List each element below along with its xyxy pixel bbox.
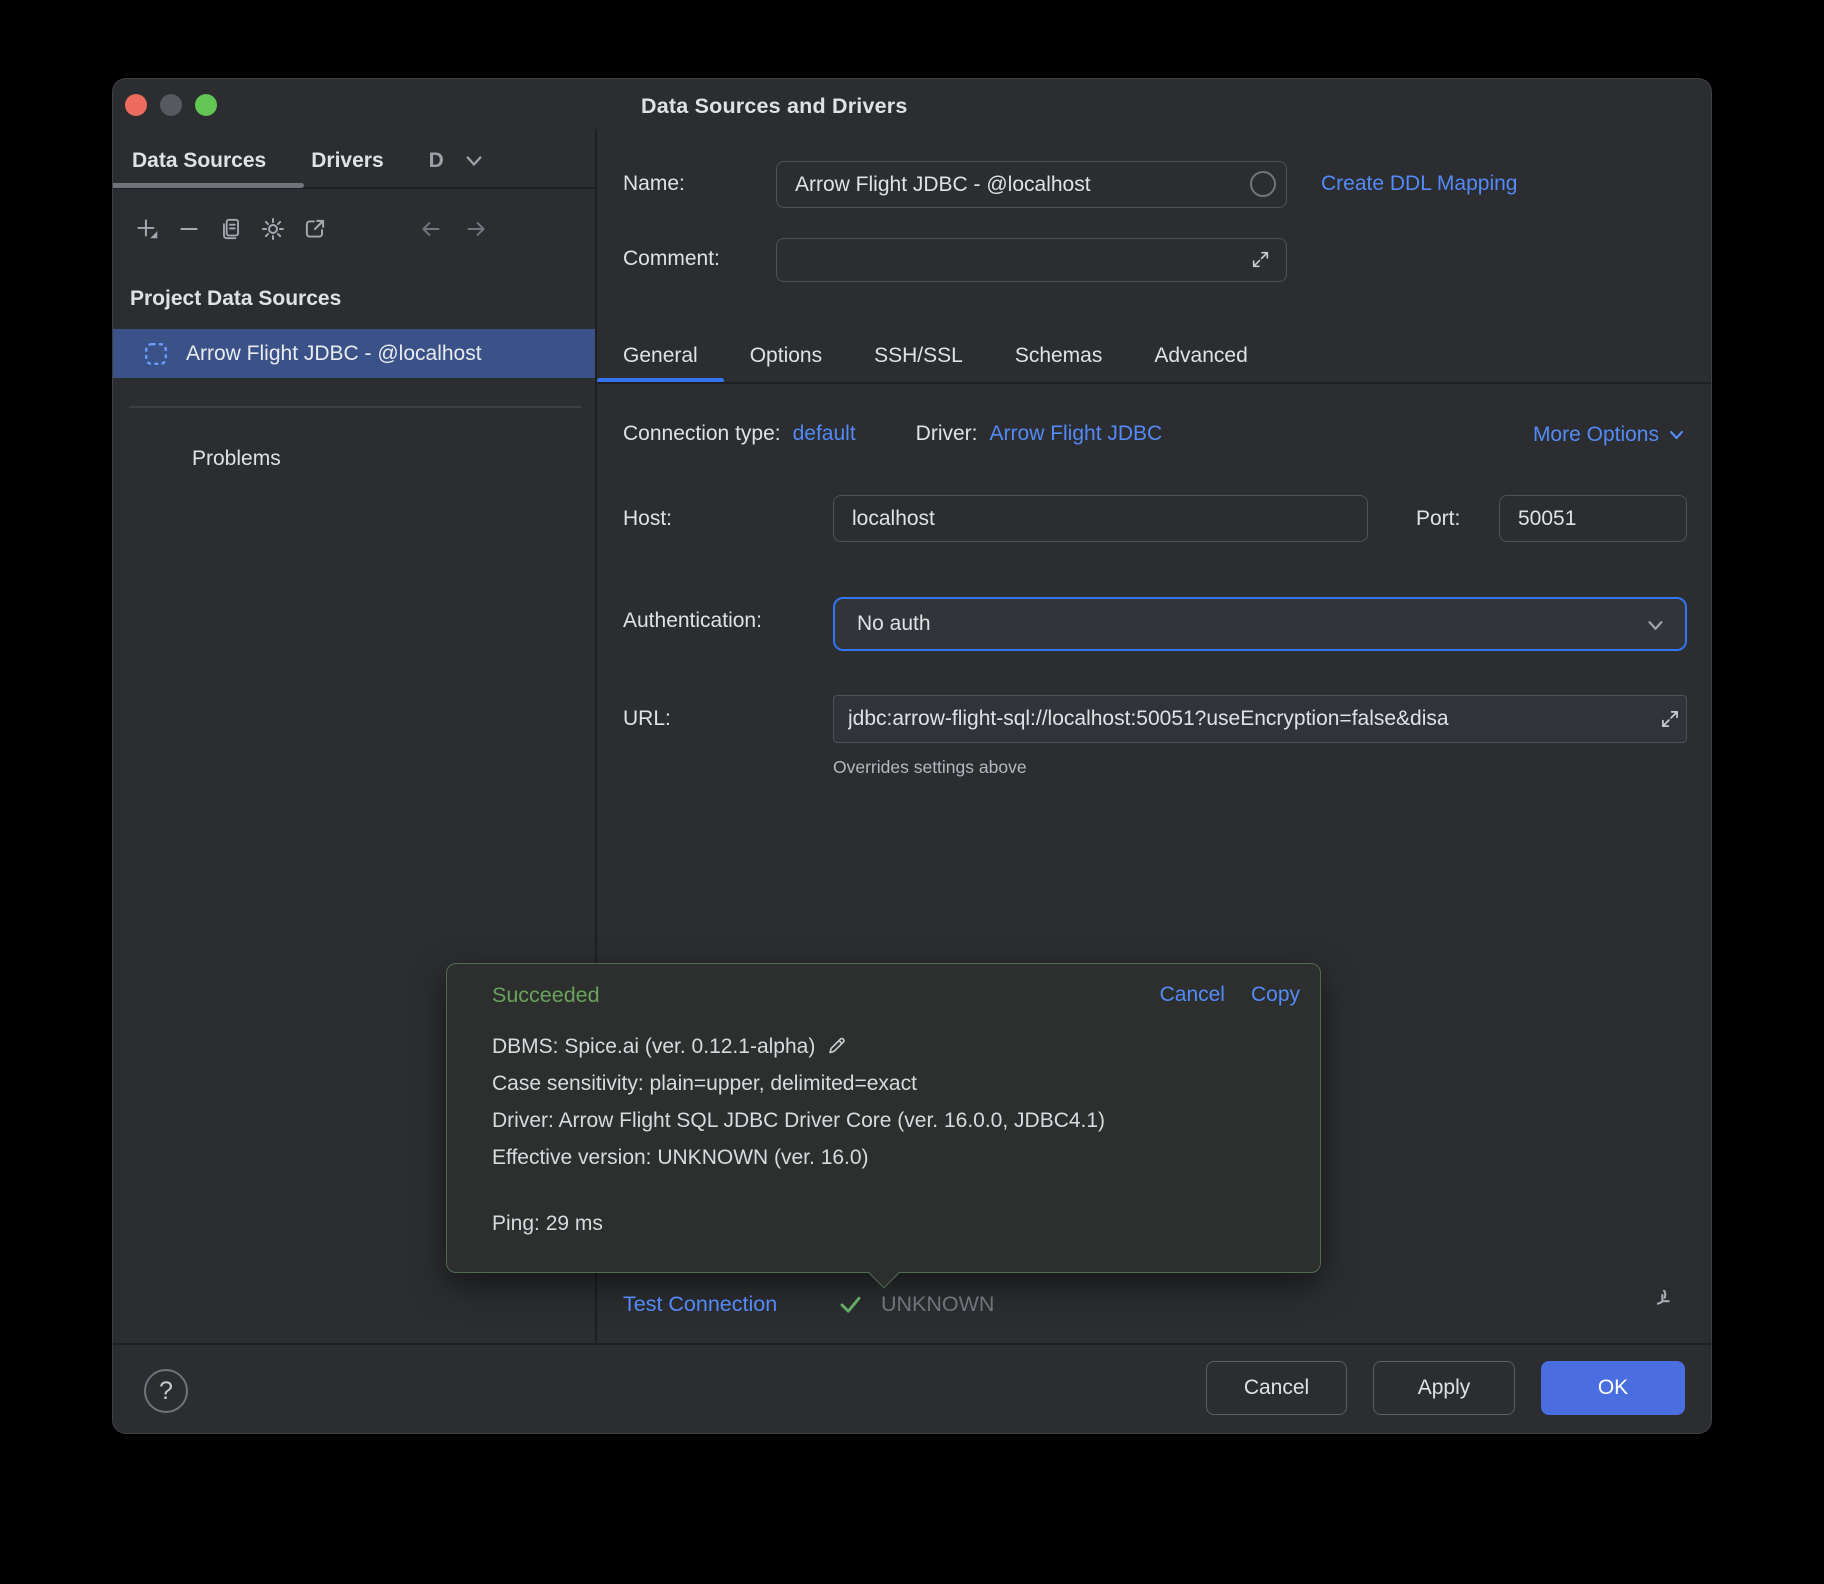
sidebar-nav-arrows <box>418 207 489 251</box>
loading-circle-icon <box>1250 171 1276 197</box>
form-tabbar-divider <box>595 382 1712 384</box>
data-source-item-label: Arrow Flight JDBC - @localhost <box>186 342 482 366</box>
tab-ssh-ssl[interactable]: SSH/SSL <box>848 329 989 383</box>
open-in-new-icon[interactable] <box>302 216 328 242</box>
test-connection-link[interactable]: Test Connection <box>623 1292 777 1317</box>
comment-label: Comment: <box>623 247 720 271</box>
tab-advanced[interactable]: Advanced <box>1128 329 1273 383</box>
window-zoom-button[interactable] <box>195 94 217 116</box>
popup-case-line: Case sensitivity: plain=upper, delimited… <box>492 1065 1105 1102</box>
window-minimize-button[interactable] <box>160 94 182 116</box>
authentication-label: Authentication: <box>623 609 762 633</box>
connection-type-label: Connection type: <box>623 422 781 446</box>
help-question-icon: ? <box>159 1377 173 1406</box>
popup-details: DBMS: Spice.ai (ver. 0.12.1-alpha) Case … <box>492 1028 1105 1176</box>
cancel-button[interactable]: Cancel <box>1206 1361 1347 1415</box>
duplicate-icon[interactable] <box>218 216 244 242</box>
popup-header: Succeeded Cancel Copy <box>492 980 1300 1010</box>
sidebar-toolbar <box>134 207 328 251</box>
popup-version-line: Effective version: UNKNOWN (ver. 16.0) <box>492 1139 1105 1176</box>
connection-status-text: UNKNOWN <box>881 1292 994 1317</box>
chevron-down-icon <box>463 154 485 168</box>
tab-options[interactable]: Options <box>724 329 848 383</box>
edit-pencil-icon[interactable] <box>825 1033 849 1057</box>
authentication-value: No auth <box>857 612 931 636</box>
sidebar-tab-data-sources[interactable]: Data Sources <box>132 149 266 173</box>
sidebar-divider <box>129 406 581 408</box>
sidebar-item-problems[interactable]: Problems <box>192 447 281 471</box>
sidebar-tab-drivers[interactable]: Drivers <box>311 149 383 173</box>
url-hint: Overrides settings above <box>833 757 1027 778</box>
connection-type-row: Connection type: default Driver: Arrow F… <box>623 419 1162 449</box>
chevron-down-icon <box>1668 429 1685 441</box>
gear-icon[interactable] <box>260 216 286 242</box>
status-succeeded: Succeeded <box>492 983 600 1008</box>
tab-overflow-button[interactable] <box>463 154 485 168</box>
window-title: Data Sources and Drivers <box>641 94 908 119</box>
ok-button[interactable]: OK <box>1541 1361 1685 1415</box>
driver-value-link[interactable]: Arrow Flight JDBC <box>990 422 1163 446</box>
apply-button[interactable]: Apply <box>1373 1361 1515 1415</box>
data-sources-dialog: Data Sources and Drivers Data Sources Dr… <box>112 78 1712 1434</box>
add-icon[interactable] <box>134 216 160 242</box>
connection-type-value-link[interactable]: default <box>793 422 856 446</box>
expand-comment-icon[interactable] <box>1249 248 1272 271</box>
more-options-label: More Options <box>1533 423 1659 447</box>
expand-url-icon[interactable] <box>1658 707 1682 731</box>
chevron-down-icon <box>1646 619 1665 632</box>
remove-icon[interactable] <box>176 216 202 242</box>
revert-icon[interactable] <box>1657 1290 1685 1318</box>
tab-general[interactable]: General <box>597 329 724 383</box>
url-input[interactable] <box>833 695 1687 743</box>
data-source-item-selected[interactable]: Arrow Flight JDBC - @localhost <box>113 329 595 378</box>
test-connection-popup: Succeeded Cancel Copy DBMS: Spice.ai (ve… <box>446 963 1321 1273</box>
popup-dbms-line: DBMS: Spice.ai (ver. 0.12.1-alpha) <box>492 1035 815 1058</box>
name-input[interactable] <box>776 161 1287 208</box>
window-close-button[interactable] <box>125 94 147 116</box>
success-check-icon <box>837 1291 864 1318</box>
authentication-select[interactable]: No auth <box>833 597 1687 651</box>
port-label: Port: <box>1416 507 1460 531</box>
tab-schemas[interactable]: Schemas <box>989 329 1129 383</box>
host-label: Host: <box>623 507 672 531</box>
back-icon[interactable] <box>418 216 444 242</box>
comment-input[interactable] <box>776 238 1287 282</box>
host-input[interactable] <box>833 495 1368 542</box>
footer-divider <box>113 1343 1712 1345</box>
project-data-sources-header[interactable]: Project Data Sources <box>130 287 341 311</box>
driver-label: Driver: <box>916 422 978 446</box>
desktop: { "window": { "title": "Data Sources and… <box>0 0 1824 1584</box>
popup-driver-line: Driver: Arrow Flight SQL JDBC Driver Cor… <box>492 1102 1105 1139</box>
sidebar-tab-truncated[interactable]: D <box>429 149 444 173</box>
sidebar-tab-bar: Data Sources Drivers D <box>132 139 485 183</box>
popup-copy-link[interactable]: Copy <box>1251 983 1300 1007</box>
create-ddl-mapping-link[interactable]: Create DDL Mapping <box>1321 172 1518 196</box>
forward-icon[interactable] <box>463 216 489 242</box>
form-tab-bar: General Options SSH/SSL Schemas Advanced <box>597 329 1274 383</box>
name-label: Name: <box>623 172 685 196</box>
port-input[interactable] <box>1499 495 1687 542</box>
popup-tail <box>868 1257 899 1288</box>
active-sidebar-tab-underline <box>113 183 304 188</box>
help-button[interactable]: ? <box>144 1369 188 1413</box>
more-options-link[interactable]: More Options <box>1533 423 1685 447</box>
driver-icon <box>144 342 168 366</box>
url-label: URL: <box>623 707 671 731</box>
popup-cancel-link[interactable]: Cancel <box>1160 983 1225 1007</box>
popup-ping: Ping: 29 ms <box>492 1212 603 1236</box>
url-field-wrap <box>833 695 1687 743</box>
